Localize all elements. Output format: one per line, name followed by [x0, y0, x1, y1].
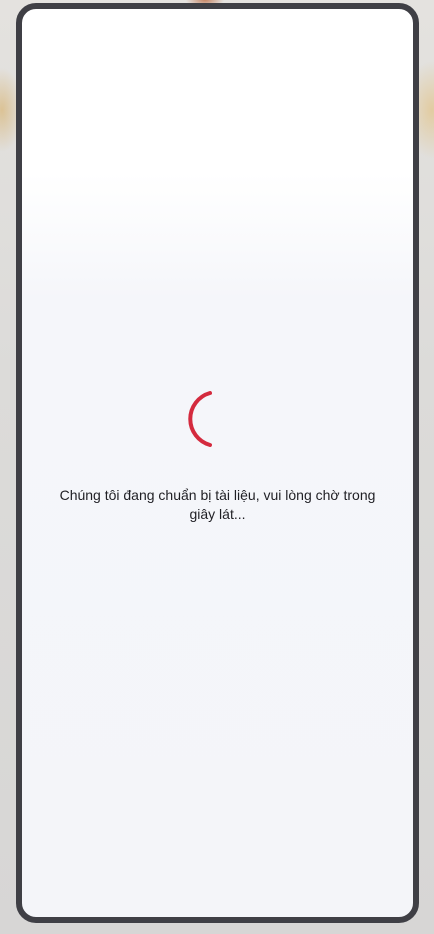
spinner-arc — [187, 391, 212, 447]
app-window: Chúng tôi đang chuẩn bị tài liệu, vui lò… — [16, 3, 419, 923]
loading-message: Chúng tôi đang chuẩn bị tài liệu, vui lò… — [59, 487, 376, 522]
loading-panel: Chúng tôi đang chuẩn bị tài liệu, vui lò… — [22, 387, 413, 524]
loading-spinner-icon — [187, 391, 212, 447]
